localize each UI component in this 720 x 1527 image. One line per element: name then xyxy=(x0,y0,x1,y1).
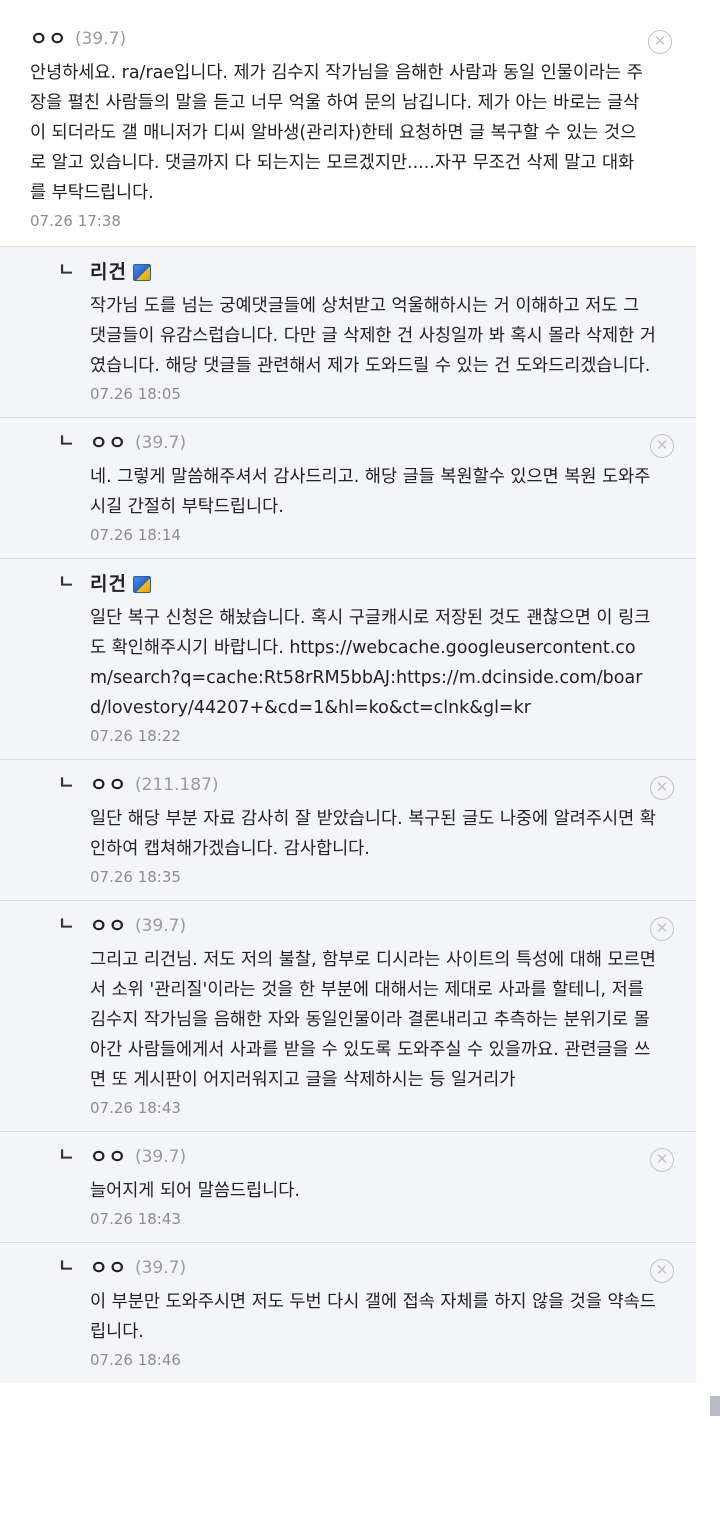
reply-nickname[interactable]: 리건 xyxy=(90,260,127,284)
reply-time: 07.26 18:05 xyxy=(90,385,181,403)
reply-time: 07.26 18:35 xyxy=(90,868,181,886)
reply-ip: (39.7) xyxy=(134,1147,187,1167)
reply-time: 07.26 18:22 xyxy=(90,727,181,745)
delete-reply-icon[interactable]: ✕ xyxy=(650,776,674,800)
reply-nickname[interactable]: ㅇㅇ xyxy=(90,914,127,938)
reply-text: 작가님 도를 넘는 궁예댓글들에 상처받고 억울해하시는 거 이해하고 저도 그… xyxy=(90,296,656,376)
delete-comment-icon[interactable]: ✕ xyxy=(648,30,672,54)
reply-item: ㄴ ✕ ㅇㅇ (211.187) 일단 해당 부분 자료 감사히 잘 받았습니다… xyxy=(0,759,696,900)
reply-time: 07.26 18:43 xyxy=(90,1210,181,1228)
delete-reply-icon[interactable]: ✕ xyxy=(650,917,674,941)
comment-thread: ㅇㅇ (39.7) ✕ 안녕하세요. ra/rae입니다. 제가 김수지 작가님… xyxy=(0,0,696,1383)
reply-meta: ㅇㅇ (39.7) xyxy=(90,913,656,939)
reply-arrow-icon: ㄴ xyxy=(58,572,75,593)
reply-time: 07.26 18:14 xyxy=(90,526,181,544)
reply-time: 07.26 18:46 xyxy=(90,1351,181,1369)
reply-item: ㄴ 리건 일단 복구 신청은 해놨습니다. 혹시 구글캐시로 저장된 것도 괜찮… xyxy=(0,558,696,759)
comment-item: ㅇㅇ (39.7) ✕ 안녕하세요. ra/rae입니다. 제가 김수지 작가님… xyxy=(0,0,696,246)
reply-meta: ㅇㅇ (39.7) xyxy=(90,1255,656,1281)
reply-text: 그리고 리건님. 저도 저의 불찰, 함부로 디시라는 사이트의 특성에 대해 … xyxy=(90,950,656,1090)
reply-arrow-icon: ㄴ xyxy=(58,1145,75,1166)
reply-nickname[interactable]: ㅇㅇ xyxy=(90,431,127,455)
delete-reply-icon[interactable]: ✕ xyxy=(650,434,674,458)
comment-nickname[interactable]: ㅇㅇ xyxy=(30,27,67,51)
comment-ip: (39.7) xyxy=(74,29,127,49)
reply-meta: ㅇㅇ (39.7) xyxy=(90,1144,656,1170)
delete-reply-icon[interactable]: ✕ xyxy=(650,1148,674,1172)
reply-time: 07.26 18:43 xyxy=(90,1099,181,1117)
comment-time: 07.26 17:38 xyxy=(30,212,121,230)
reply-text: 네. 그렇게 말씀해주셔서 감사드리고. 해당 글들 복원할수 있으면 복원 도… xyxy=(90,467,651,517)
reply-ip: (39.7) xyxy=(134,433,187,453)
reply-nickname[interactable]: ㅇㅇ xyxy=(90,773,127,797)
reply-item: ㄴ ✕ ㅇㅇ (39.7) 네. 그렇게 말씀해주셔서 감사드리고. 해당 글들… xyxy=(0,417,696,558)
reply-meta: 리건 xyxy=(90,259,656,285)
reply-nickname[interactable]: ㅇㅇ xyxy=(90,1256,127,1280)
reply-text: 일단 해당 부분 자료 감사히 잘 받았습니다. 복구된 글도 나중에 알려주시… xyxy=(90,809,656,859)
reply-ip: (211.187) xyxy=(134,775,219,795)
reply-text: 늘어지게 되어 말씀드립니다. xyxy=(90,1181,300,1201)
scrollbar-thumb[interactable] xyxy=(710,1396,720,1416)
delete-reply-icon[interactable]: ✕ xyxy=(650,1259,674,1283)
comment-meta: ㅇㅇ (39.7) xyxy=(30,26,648,52)
reply-text: 이 부분만 도와주시면 저도 두번 다시 갤에 접속 자체를 하지 않을 것을 … xyxy=(90,1292,656,1342)
reply-arrow-icon: ㄴ xyxy=(58,431,75,452)
reply-meta: 리건 xyxy=(90,571,656,597)
comment-text: 안녕하세요. ra/rae입니다. 제가 김수지 작가님을 음해한 사람과 동일… xyxy=(30,63,643,203)
reply-nickname[interactable]: ㅇㅇ xyxy=(90,1145,127,1169)
reply-arrow-icon: ㄴ xyxy=(58,914,75,935)
reply-meta: ㅇㅇ (39.7) xyxy=(90,430,656,456)
reply-nickname[interactable]: 리건 xyxy=(90,572,127,596)
reply-ip: (39.7) xyxy=(134,1258,187,1278)
reply-item: ㄴ ✕ ㅇㅇ (39.7) 이 부분만 도와주시면 저도 두번 다시 갤에 접속… xyxy=(0,1242,696,1383)
reply-text: 일단 복구 신청은 해놨습니다. 혹시 구글캐시로 저장된 것도 괜찮으면 이 … xyxy=(90,608,651,718)
reply-ip: (39.7) xyxy=(134,916,187,936)
reply-arrow-icon: ㄴ xyxy=(58,1256,75,1277)
gallery-manager-icon xyxy=(132,263,151,281)
reply-arrow-icon: ㄴ xyxy=(58,773,75,794)
reply-meta: ㅇㅇ (211.187) xyxy=(90,772,656,798)
reply-item: ㄴ ✕ ㅇㅇ (39.7) 그리고 리건님. 저도 저의 불찰, 함부로 디시라… xyxy=(0,900,696,1131)
reply-item: ㄴ 리건 작가님 도를 넘는 궁예댓글들에 상처받고 억울해하시는 거 이해하고… xyxy=(0,246,696,417)
reply-arrow-icon: ㄴ xyxy=(58,260,75,281)
reply-item: ㄴ ✕ ㅇㅇ (39.7) 늘어지게 되어 말씀드립니다. 07.26 18:4… xyxy=(0,1131,696,1242)
gallery-manager-icon xyxy=(132,575,151,593)
